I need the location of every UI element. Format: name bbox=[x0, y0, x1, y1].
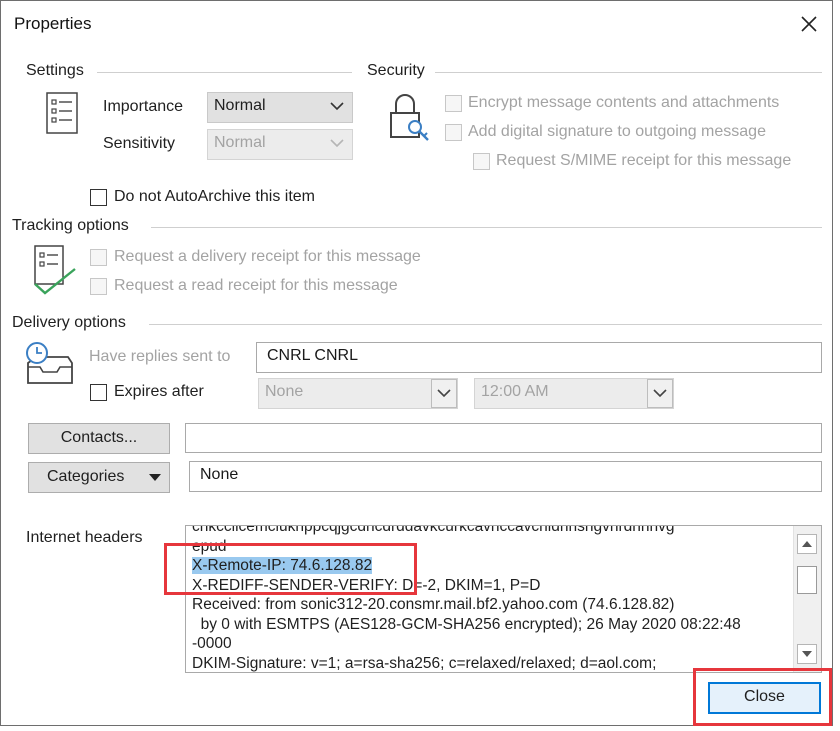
categories-input[interactable]: None bbox=[189, 461, 822, 492]
close-icon[interactable] bbox=[796, 11, 822, 37]
internet-headers-label: Internet headers bbox=[26, 529, 143, 546]
settings-list-icon bbox=[45, 91, 81, 142]
contacts-button[interactable]: Contacts... bbox=[28, 423, 170, 454]
dialog-title: Properties bbox=[14, 14, 92, 33]
internet-headers-textarea[interactable]: cnkcclicemcluknppcqjgcdncdrddavkcurkcavn… bbox=[185, 525, 822, 673]
autoarchive-label: Do not AutoArchive this item bbox=[114, 188, 315, 205]
sensitivity-select[interactable]: Normal bbox=[207, 129, 353, 160]
chevron-down-icon bbox=[328, 97, 346, 115]
header-line: -0000 bbox=[192, 635, 232, 652]
smime-receipt-label: Request S/MIME receipt for this message bbox=[496, 152, 792, 169]
clock-tray-icon bbox=[24, 341, 74, 392]
triangle-up-icon bbox=[802, 541, 812, 547]
expires-label: Expires after bbox=[114, 383, 204, 400]
delivery-section-label: Delivery options bbox=[12, 314, 126, 331]
expires-date-select[interactable]: None bbox=[258, 378, 458, 409]
expires-checkbox[interactable] bbox=[90, 384, 107, 401]
smime-receipt-checkbox[interactable] bbox=[473, 153, 490, 170]
expires-time-dropdown[interactable] bbox=[647, 379, 673, 408]
header-line-selected: X-Remote-IP: 74.6.128.82 bbox=[192, 557, 373, 574]
replies-label: Have replies sent to bbox=[89, 348, 231, 365]
delivery-receipt-checkbox[interactable] bbox=[90, 249, 107, 266]
scroll-thumb[interactable] bbox=[797, 566, 817, 594]
sensitivity-label: Sensitivity bbox=[103, 135, 176, 152]
expires-time-value: 12:00 AM bbox=[481, 383, 549, 400]
importance-label: Importance bbox=[103, 98, 184, 115]
importance-select[interactable]: Normal bbox=[207, 92, 353, 123]
internet-headers-text: cnkcclicemcluknppcqjgcdncdrddavkcurkcavn… bbox=[192, 525, 790, 672]
tracking-checklist-icon bbox=[31, 244, 79, 301]
header-line: DKIM-Signature: v=1; a=rsa-sha256; c=rel… bbox=[192, 654, 657, 672]
triangle-down-icon bbox=[147, 463, 163, 501]
settings-divider bbox=[97, 72, 352, 73]
categories-button-label: Categories bbox=[47, 468, 125, 485]
lock-key-icon bbox=[387, 91, 433, 148]
scroll-down-button[interactable] bbox=[797, 644, 817, 664]
scroll-up-button[interactable] bbox=[797, 534, 817, 554]
tracking-section-label: Tracking options bbox=[12, 217, 129, 234]
expires-date-value: None bbox=[265, 383, 304, 400]
read-receipt-label: Request a read receipt for this message bbox=[114, 277, 398, 294]
header-line: epud bbox=[192, 537, 227, 555]
encrypt-label: Encrypt message contents and attachments bbox=[468, 94, 780, 111]
digital-signature-label: Add digital signature to outgoing messag… bbox=[468, 123, 766, 140]
security-section-label: Security bbox=[367, 62, 425, 79]
expires-date-dropdown[interactable] bbox=[431, 379, 457, 408]
header-line: cnkcclicemcluknppcqjgcdncdrddavkcurkcavn… bbox=[192, 525, 675, 535]
triangle-down-icon bbox=[802, 651, 812, 657]
digital-signature-checkbox[interactable] bbox=[445, 124, 462, 141]
security-divider bbox=[435, 72, 822, 73]
replies-input[interactable]: CNRL CNRL bbox=[256, 342, 822, 373]
read-receipt-checkbox[interactable] bbox=[90, 278, 107, 295]
header-line: by 0 with ESMTPS (AES128-GCM-SHA256 encr… bbox=[192, 615, 741, 633]
properties-dialog: Properties Settings Importance Normal Se… bbox=[0, 0, 833, 726]
autoarchive-checkbox[interactable] bbox=[90, 189, 107, 206]
header-line: Received: from sonic312-20.consmr.mail.b… bbox=[192, 596, 675, 613]
tracking-divider bbox=[151, 227, 822, 228]
close-button[interactable]: Close bbox=[708, 682, 821, 714]
expires-time-select[interactable]: 12:00 AM bbox=[474, 378, 674, 409]
settings-section-label: Settings bbox=[26, 62, 84, 79]
header-line: X-REDIFF-SENDER-VERIFY: D=-2, DKIM=1, P=… bbox=[192, 576, 541, 594]
chevron-down-icon bbox=[328, 134, 346, 152]
encrypt-checkbox[interactable] bbox=[445, 95, 462, 112]
contacts-input[interactable] bbox=[185, 423, 822, 453]
sensitivity-value: Normal bbox=[214, 134, 266, 151]
importance-value: Normal bbox=[214, 97, 266, 114]
headers-scrollbar[interactable] bbox=[793, 526, 821, 672]
categories-button[interactable]: Categories bbox=[28, 462, 170, 493]
delivery-receipt-label: Request a delivery receipt for this mess… bbox=[114, 248, 421, 265]
delivery-divider bbox=[149, 324, 822, 325]
